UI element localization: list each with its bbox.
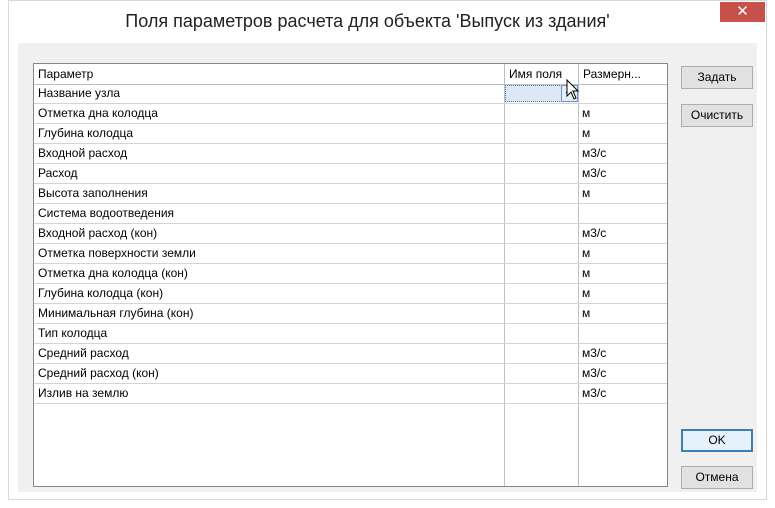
parameter-cell: Глубина колодца [38, 126, 134, 140]
field-name-cell[interactable] [504, 384, 578, 403]
column-header-unit[interactable]: Размерн... [578, 64, 667, 84]
field-name-cell[interactable] [504, 264, 578, 283]
title-bar[interactable]: Поля параметров расчета для объекта 'Вып… [9, 1, 766, 43]
table-row[interactable]: Расход м3/с [34, 164, 667, 184]
close-icon: ✕ [736, 3, 749, 20]
unit-cell: м3/с [582, 366, 607, 380]
field-name-cell[interactable] [504, 164, 578, 183]
unit-cell: м3/с [582, 346, 607, 360]
table-row[interactable]: Высота заполнения м [34, 184, 667, 204]
mouse-cursor-icon [566, 79, 580, 100]
table-row[interactable]: Тип колодца [34, 324, 667, 344]
unit-cell [578, 84, 667, 103]
table-row[interactable]: Глубина колодца (кон) м [34, 284, 667, 304]
parameter-cell: Название узла [38, 86, 121, 100]
window-title: Поля параметров расчета для объекта 'Вып… [125, 11, 610, 31]
field-name-cell[interactable] [504, 344, 578, 363]
parameter-cell: Высота заполнения [38, 186, 148, 200]
unit-cell: м [582, 286, 591, 300]
unit-cell: м [582, 186, 591, 200]
cancel-button[interactable]: Отмена [681, 466, 753, 489]
table-row[interactable]: Отметка дна колодца (кон) м [34, 264, 667, 284]
field-name-cell[interactable] [504, 104, 578, 123]
field-name-cell[interactable] [504, 364, 578, 383]
unit-cell: м3/с [582, 166, 607, 180]
parameter-cell: Входной расход [38, 146, 128, 160]
table-row[interactable]: Средний расход (кон) м3/с [34, 364, 667, 384]
dialog-window: Поля параметров расчета для объекта 'Вып… [8, 0, 767, 500]
parameter-cell: Отметка дна колодца [38, 106, 158, 120]
parameter-cell: Излив на землю [38, 386, 129, 400]
unit-cell: м3/с [582, 386, 607, 400]
unit-cell: м3/с [582, 146, 607, 160]
unit-cell: м [582, 306, 591, 320]
ok-button[interactable]: OK [681, 429, 753, 452]
table-row[interactable]: Входной расход (кон) м3/с [34, 224, 667, 244]
parameter-cell: Минимальная глубина (кон) [38, 306, 194, 320]
parameter-cell: Средний расход [38, 346, 129, 360]
table-row[interactable]: Отметка поверхности земли м [34, 244, 667, 264]
field-name-cell[interactable] [504, 144, 578, 163]
dialog-body: Параметр Имя поля Размерн... Название уз… [18, 43, 757, 492]
unit-cell: м [582, 126, 591, 140]
parameter-cell: Входной расход (кон) [38, 226, 158, 240]
unit-cell [578, 204, 667, 223]
table-row[interactable]: Глубина колодца м [34, 124, 667, 144]
parameter-cell: Тип колодца [38, 326, 108, 340]
table-row[interactable]: Входной расход м3/с [34, 144, 667, 164]
set-button[interactable]: Задать [681, 66, 753, 89]
parameter-cell: Глубина колодца (кон) [38, 286, 164, 300]
parameter-cell: Отметка поверхности земли [38, 246, 196, 260]
column-header-parameter[interactable]: Параметр [34, 64, 504, 84]
unit-cell: м [582, 246, 591, 260]
field-name-cell[interactable] [504, 324, 578, 343]
parameters-table: Параметр Имя поля Размерн... Название уз… [33, 63, 668, 487]
field-name-cell[interactable] [504, 244, 578, 263]
clear-button[interactable]: Очистить [681, 104, 753, 127]
table-row[interactable]: Излив на землю м3/с [34, 384, 667, 404]
unit-cell: м [582, 106, 591, 120]
table-row[interactable]: Минимальная глубина (кон) м [34, 304, 667, 324]
field-name-cell[interactable] [504, 284, 578, 303]
parameter-cell: Отметка дна колодца (кон) [38, 266, 188, 280]
table-row[interactable]: Средний расход м3/с [34, 344, 667, 364]
table-row[interactable]: Отметка дна колодца м [34, 104, 667, 124]
field-name-cell[interactable] [504, 184, 578, 203]
parameter-cell: Расход [38, 166, 78, 180]
unit-cell: м3/с [582, 226, 607, 240]
field-name-cell[interactable] [504, 124, 578, 143]
unit-cell: м [582, 266, 591, 280]
field-name-cell[interactable] [504, 224, 578, 243]
parameter-cell: Средний расход (кон) [38, 366, 159, 380]
field-name-cell[interactable] [504, 204, 578, 223]
field-name-cell[interactable] [504, 304, 578, 323]
close-button[interactable]: ✕ [720, 2, 765, 22]
parameter-cell: Система водоотведения [38, 206, 175, 220]
table-row[interactable]: Система водоотведения [34, 204, 667, 224]
unit-cell [578, 324, 667, 343]
